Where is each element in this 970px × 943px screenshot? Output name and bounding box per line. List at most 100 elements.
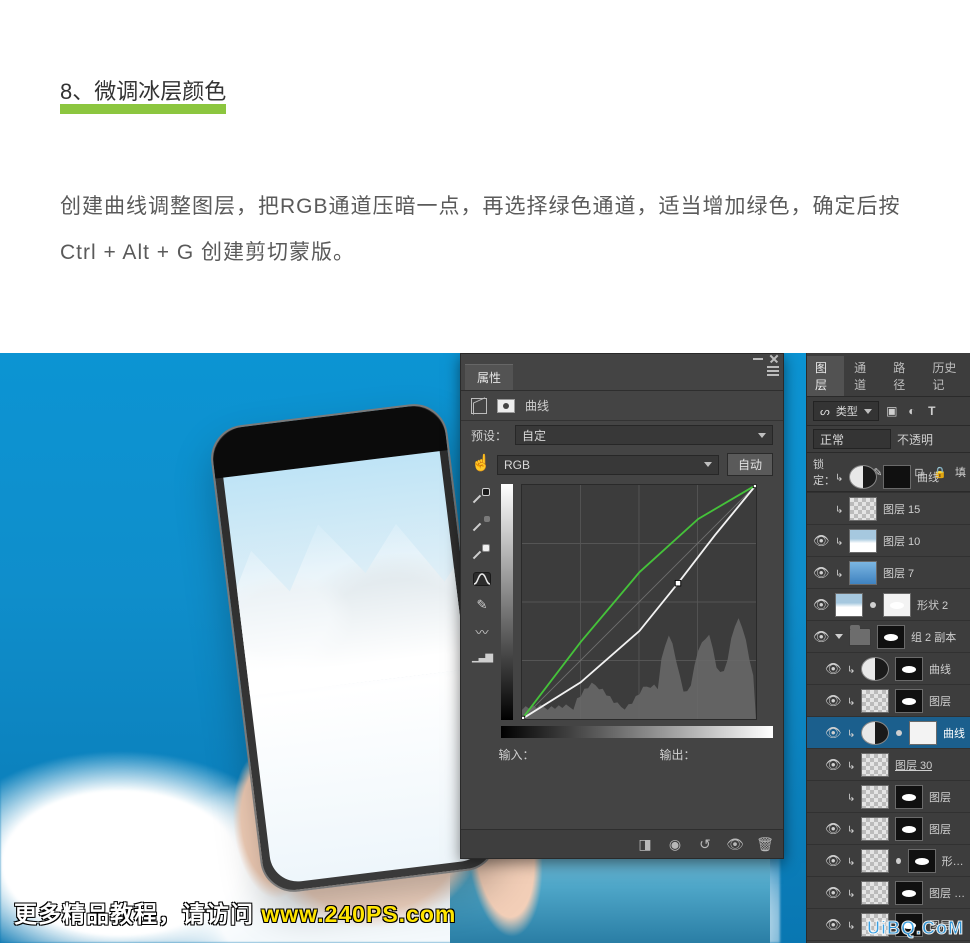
layer-row[interactable]: ↳图层 15 <box>807 493 970 525</box>
filter-adjust-icon[interactable]: ◐ <box>905 404 919 418</box>
preset-select[interactable]: 自定 <box>515 425 773 445</box>
black-point-eyedropper-icon[interactable] <box>474 488 490 504</box>
smooth-tool-icon[interactable] <box>473 624 491 638</box>
layer-thumbnail[interactable] <box>861 817 889 841</box>
layer-row[interactable]: 👁↳图层 <box>807 685 970 717</box>
curves-graph[interactable] <box>521 484 757 720</box>
layer-name[interactable]: 形状 2 <box>917 597 948 613</box>
layer-name[interactable]: 形状 2 <box>942 853 966 869</box>
auto-button[interactable]: 自动 <box>727 453 773 476</box>
layer-name[interactable]: 组 2 副本 <box>911 629 956 645</box>
filter-pixel-icon[interactable]: ▣ <box>885 404 899 418</box>
layer-row[interactable]: 👁 组 2 副本 <box>807 621 970 653</box>
visibility-toggle-icon[interactable]: 👁 <box>825 725 841 741</box>
visibility-toggle-icon[interactable]: 👁 <box>813 533 829 549</box>
layer-name[interactable]: 图层 15 <box>883 501 920 517</box>
gray-point-eyedropper-icon[interactable] <box>474 516 490 532</box>
view-previous-icon[interactable]: ◉ <box>667 836 683 852</box>
layer-name[interactable]: 图层 10 <box>883 533 920 549</box>
layer-name[interactable]: 图层 <box>929 693 951 709</box>
layers-tab-2[interactable]: 路径 <box>885 356 922 396</box>
layer-thumbnail[interactable] <box>861 881 889 905</box>
layer-name[interactable]: 图层 32 <box>929 885 966 901</box>
toggle-visibility-icon[interactable]: 👁 <box>727 836 743 852</box>
layer-name[interactable]: 曲线 <box>943 725 965 741</box>
pencil-tool-icon[interactable] <box>473 598 491 612</box>
layer-name[interactable]: 曲线 <box>929 661 951 677</box>
layer-row[interactable]: 👁↳曲线 <box>807 653 970 685</box>
visibility-toggle-icon[interactable]: 👁 <box>825 757 841 773</box>
layer-row[interactable]: 👁↳曲线 <box>807 717 970 749</box>
layer-mask-thumbnail[interactable] <box>908 849 936 873</box>
visibility-toggle-icon[interactable]: 👁 <box>825 917 841 933</box>
layer-thumbnail[interactable] <box>849 465 877 489</box>
reset-icon[interactable]: ↺ <box>697 836 713 852</box>
layer-thumbnail[interactable] <box>861 785 889 809</box>
layer-name[interactable]: 曲线 <box>917 469 939 485</box>
panel-menu-icon[interactable] <box>767 366 779 376</box>
visibility-toggle-icon[interactable]: 👁 <box>813 629 829 645</box>
layer-name[interactable]: 图层 30 <box>895 757 932 773</box>
layer-row[interactable]: ↳ 曲线 <box>807 461 970 493</box>
group-expand-icon[interactable] <box>835 634 843 639</box>
clip-to-layer-icon[interactable]: ◨ <box>637 836 653 852</box>
trash-icon[interactable]: 🗑 <box>757 836 773 852</box>
curve-tool-icon[interactable] <box>473 572 491 586</box>
layer-thumbnail[interactable] <box>849 497 877 521</box>
layer-thumbnail[interactable] <box>849 529 877 553</box>
visibility-toggle-icon[interactable]: 👁 <box>813 597 829 613</box>
link-icon <box>896 730 902 736</box>
channel-select[interactable]: RGB <box>497 455 719 475</box>
visibility-toggle-icon[interactable]: 👁 <box>825 821 841 837</box>
layer-thumbnail[interactable] <box>861 689 889 713</box>
clipping-indicator-icon: ↳ <box>835 473 843 484</box>
step-body: 创建曲线调整图层，把RGB通道压暗一点，再选择绿色通道，适当增加绿色，确定后按C… <box>60 184 910 276</box>
layer-mask-icon[interactable] <box>497 399 515 413</box>
layer-thumbnail[interactable] <box>861 657 889 681</box>
layer-mask-thumbnail[interactable] <box>895 817 923 841</box>
layers-tab-0[interactable]: 图层 <box>807 356 844 396</box>
layer-row[interactable]: 👁↳图层 32 <box>807 877 970 909</box>
layer-mask-thumbnail[interactable] <box>877 625 905 649</box>
input-value-field[interactable] <box>535 747 585 762</box>
filter-type-icon[interactable]: T <box>925 404 939 418</box>
layer-name[interactable]: 图层 7 <box>883 565 914 581</box>
layer-mask-thumbnail[interactable] <box>895 657 923 681</box>
layer-row[interactable]: 👁 形状 2 <box>807 589 970 621</box>
properties-tab[interactable]: 属性 <box>465 364 513 390</box>
white-point-eyedropper-icon[interactable] <box>474 544 490 560</box>
layer-thumbnail[interactable] <box>835 593 863 617</box>
layer-thumbnail[interactable] <box>849 561 877 585</box>
layer-mask-thumbnail[interactable] <box>895 785 923 809</box>
visibility-toggle-icon[interactable]: 👁 <box>825 661 841 677</box>
layers-tab-3[interactable]: 历史记 <box>924 356 970 396</box>
layer-mask-thumbnail[interactable] <box>909 721 937 745</box>
layer-name[interactable]: 图层 <box>929 821 951 837</box>
layers-tab-1[interactable]: 通道 <box>846 356 883 396</box>
layer-row[interactable]: ↳图层 <box>807 781 970 813</box>
targeted-adjust-icon[interactable] <box>471 455 489 475</box>
collapse-icon[interactable] <box>753 358 763 360</box>
layer-thumbnail[interactable] <box>861 721 889 745</box>
layer-mask-thumbnail[interactable] <box>895 881 923 905</box>
visibility-toggle-icon[interactable]: 👁 <box>825 885 841 901</box>
layer-row[interactable]: 👁↳图层 7 <box>807 557 970 589</box>
layer-thumbnail[interactable] <box>861 753 889 777</box>
layer-row[interactable]: 👁↳图层 30 <box>807 749 970 781</box>
visibility-toggle-icon[interactable]: 👁 <box>813 565 829 581</box>
histogram-options-icon[interactable] <box>473 650 491 664</box>
layer-row[interactable]: 👁↳图层 <box>807 813 970 845</box>
layer-filter-type[interactable]: ᔕ 类型 <box>813 401 879 421</box>
layer-mask-thumbnail[interactable] <box>883 465 911 489</box>
visibility-toggle-icon[interactable]: 👁 <box>825 693 841 709</box>
layer-name[interactable]: 图层 <box>929 789 951 805</box>
output-value-field[interactable] <box>696 747 746 762</box>
layer-mask-thumbnail[interactable] <box>895 689 923 713</box>
layer-mask-thumbnail[interactable] <box>883 593 911 617</box>
blend-mode-select[interactable]: 正常 <box>813 429 891 449</box>
layer-thumbnail[interactable] <box>861 849 889 873</box>
visibility-toggle-icon[interactable]: 👁 <box>825 853 841 869</box>
layer-row[interactable]: 👁↳形状 2 <box>807 845 970 877</box>
close-icon[interactable] <box>769 354 779 364</box>
layer-row[interactable]: 👁↳图层 10 <box>807 525 970 557</box>
